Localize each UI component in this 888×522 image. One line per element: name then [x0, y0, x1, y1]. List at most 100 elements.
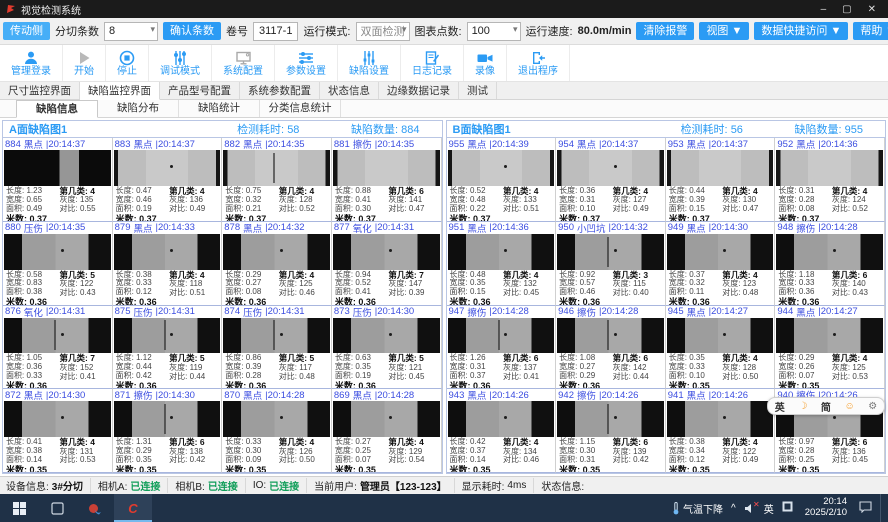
defect-cell[interactable]: 953 黑点 |20:14:37 长度: 0.44宽度: 0.39面积: 0.1… [666, 138, 776, 222]
show-desktop-strip[interactable] [880, 494, 886, 522]
defect-image[interactable] [448, 318, 555, 354]
defect-image[interactable] [333, 150, 440, 186]
defect-image[interactable] [223, 401, 330, 437]
defect-cell[interactable]: 882 黑点 |20:14:35 长度: 0.75宽度: 0.32面积: 0.2… [222, 138, 332, 222]
ime-simplified-toggle[interactable]: 简 [821, 399, 831, 414]
taskbar-clock[interactable]: 20:14 2025/2/10 [801, 497, 851, 519]
tab-test[interactable]: 测试 [459, 82, 497, 99]
slit-count-select[interactable]: 8 [104, 22, 158, 41]
tab-product-model-config[interactable]: 产品型号配置 [160, 82, 240, 99]
roll-number-input[interactable]: 3117-1 [253, 22, 298, 41]
debug-mode-button[interactable]: 调试模式 [149, 45, 212, 81]
defect-cell[interactable]: 941 黑点 |20:14:26 长度: 0.38宽度: 0.34面积: 0.1… [666, 389, 776, 473]
tab-size-monitor[interactable]: 尺寸监控界面 [0, 82, 80, 99]
defect-cell[interactable]: 943 黑点 |20:14:26 长度: 0.42宽度: 0.37面积: 0.1… [447, 389, 557, 473]
chart-points-select[interactable]: 100 [467, 22, 521, 41]
defect-image[interactable] [114, 150, 221, 186]
subtab-defect-distribution[interactable]: 缺陷分布 [98, 100, 179, 117]
help-menu-button[interactable]: 帮助 ▼ [853, 22, 888, 40]
defect-image[interactable] [333, 234, 440, 270]
stop-button[interactable]: 停止 [106, 45, 149, 81]
clear-alarm-button[interactable]: 清除报警 [636, 22, 694, 40]
taskbar-app-active[interactable]: C [114, 494, 152, 522]
defect-cell[interactable]: 871 擦伤 |20:14:30 长度: 1.31宽度: 0.29面积: 0.3… [113, 389, 223, 473]
minimize-icon[interactable]: – [821, 4, 827, 15]
defect-cell[interactable]: 951 黑点 |20:14:36 长度: 0.48宽度: 0.35面积: 0.1… [447, 222, 557, 306]
maximize-icon[interactable]: ▢ [842, 4, 851, 15]
data-quick-access-button[interactable]: 数据快捷访问 ▼ [754, 22, 848, 40]
ime-emoji-icon[interactable]: ☺ [844, 401, 854, 412]
close-icon[interactable]: ✕ [868, 4, 876, 15]
defect-image[interactable] [114, 401, 221, 437]
tab-defect-monitor[interactable]: 缺陷监控界面 [80, 82, 160, 100]
defect-image[interactable] [223, 318, 330, 354]
defect-cell[interactable]: 955 黑点 |20:14:39 长度: 0.52宽度: 0.48面积: 0.2… [447, 138, 557, 222]
taskbar-app-pinned[interactable] [76, 494, 114, 522]
defect-image[interactable] [448, 150, 555, 186]
defect-cell[interactable]: 876 氧化 |20:14:31 长度: 1.05宽度: 0.36面积: 0.3… [3, 306, 113, 390]
defect-cell[interactable]: 873 压伤 |20:14:30 长度: 0.63宽度: 0.35面积: 0.1… [332, 306, 442, 390]
defect-cell[interactable]: 877 氧化 |20:14:31 长度: 0.94宽度: 0.52面积: 0.4… [332, 222, 442, 306]
defect-image[interactable] [333, 318, 440, 354]
defect-image[interactable] [114, 234, 221, 270]
defect-image[interactable] [776, 150, 883, 186]
tray-app-icon[interactable] [782, 501, 793, 515]
defect-image[interactable] [557, 150, 664, 186]
confirm-count-button[interactable]: 确认条数 [163, 22, 221, 40]
defect-cell[interactable]: 954 黑点 |20:14:37 长度: 0.36宽度: 0.31面积: 0.1… [556, 138, 666, 222]
defect-image[interactable] [557, 234, 664, 270]
record-video-button[interactable]: 录像 [464, 45, 507, 81]
subtab-defect-statistics[interactable]: 缺陷统计 [179, 100, 260, 117]
weather-tray-item[interactable]: 气温下降 [672, 501, 723, 516]
ime-moon-icon[interactable]: ☽ [798, 401, 807, 412]
defect-cell[interactable]: 945 黑点 |20:14:27 长度: 0.35宽度: 0.33面积: 0.1… [666, 306, 776, 390]
defect-cell[interactable]: 879 黑点 |20:14:33 长度: 0.38宽度: 0.33面积: 0.1… [113, 222, 223, 306]
defect-image[interactable] [557, 318, 664, 354]
defect-image[interactable] [4, 150, 111, 186]
start-button[interactable]: 开始 [63, 45, 106, 81]
volume-muted-icon[interactable]: ✕ [744, 503, 756, 514]
system-config-button[interactable]: 系统配置 [212, 45, 275, 81]
exit-program-button[interactable]: 退出程序 [507, 45, 570, 81]
defect-cell[interactable]: 872 黑点 |20:14:30 长度: 0.41宽度: 0.38面积: 0.1… [3, 389, 113, 473]
ime-indicator[interactable]: 英 [764, 501, 774, 516]
defect-cell[interactable]: 870 黑点 |20:14:28 长度: 0.33宽度: 0.30面积: 0.0… [222, 389, 332, 473]
defect-cell[interactable]: 881 擦伤 |20:14:35 长度: 0.88宽度: 0.41面积: 0.3… [332, 138, 442, 222]
defect-cell[interactable]: 948 擦伤 |20:14:28 长度: 1.18宽度: 0.33面积: 0.3… [775, 222, 885, 306]
defect-cell[interactable]: 949 黑点 |20:14:30 长度: 0.37宽度: 0.32面积: 0.1… [666, 222, 776, 306]
subtab-defect-info[interactable]: 缺陷信息 [16, 100, 98, 118]
defect-image[interactable] [667, 318, 774, 354]
defect-cell[interactable]: 874 压伤 |20:14:31 长度: 0.86宽度: 0.39面积: 0.2… [222, 306, 332, 390]
defect-cell[interactable]: 883 黑点 |20:14:37 长度: 0.47宽度: 0.46面积: 0.1… [113, 138, 223, 222]
defect-image[interactable] [4, 234, 111, 270]
start-menu-button[interactable] [0, 494, 38, 522]
defect-image[interactable] [776, 318, 883, 354]
defect-image[interactable] [223, 150, 330, 186]
defect-cell[interactable]: 884 黑点 |20:14:37 长度: 1.23宽度: 0.65面积: 0.4… [3, 138, 113, 222]
notification-center-icon[interactable] [859, 501, 872, 516]
tab-status-info[interactable]: 状态信息 [320, 82, 379, 99]
defect-cell[interactable]: 942 擦伤 |20:14:26 长度: 1.15宽度: 0.30面积: 0.3… [556, 389, 666, 473]
drive-side-button[interactable]: 传动侧 [3, 22, 50, 40]
tab-edge-data-record[interactable]: 边缘数据记录 [379, 82, 459, 99]
defect-image[interactable] [667, 234, 774, 270]
defect-cell[interactable]: 944 黑点 |20:14:27 长度: 0.29宽度: 0.26面积: 0.0… [775, 306, 885, 390]
defect-image[interactable] [4, 318, 111, 354]
ime-settings-gear-icon[interactable]: ⚙ [868, 401, 877, 412]
view-menu-button[interactable]: 视图 ▼ [699, 22, 749, 40]
defect-cell[interactable]: 950 小凹坑 |20:14:32 长度: 0.92宽度: 0.57面积: 0.… [556, 222, 666, 306]
defect-cell[interactable]: 869 黑点 |20:14:28 长度: 0.27宽度: 0.25面积: 0.0… [332, 389, 442, 473]
defect-image[interactable] [667, 150, 774, 186]
defect-image[interactable] [114, 318, 221, 354]
defect-image[interactable] [776, 234, 883, 270]
defect-cell[interactable]: 947 擦伤 |20:14:28 长度: 1.26宽度: 0.31面积: 0.3… [447, 306, 557, 390]
param-settings-button[interactable]: 参数设置 [275, 45, 338, 81]
defect-cell[interactable]: 878 黑点 |20:14:32 长度: 0.29宽度: 0.27面积: 0.0… [222, 222, 332, 306]
ime-english-toggle[interactable]: 英 [775, 399, 785, 414]
task-view-button[interactable] [38, 494, 76, 522]
defect-image[interactable] [333, 401, 440, 437]
tray-expand-caret[interactable]: ^ [731, 503, 736, 514]
defect-image[interactable] [448, 401, 555, 437]
defect-settings-button[interactable]: 缺陷设置 [338, 45, 401, 81]
defect-cell[interactable]: 880 压伤 |20:14:35 长度: 0.58宽度: 0.83面积: 0.3… [3, 222, 113, 306]
